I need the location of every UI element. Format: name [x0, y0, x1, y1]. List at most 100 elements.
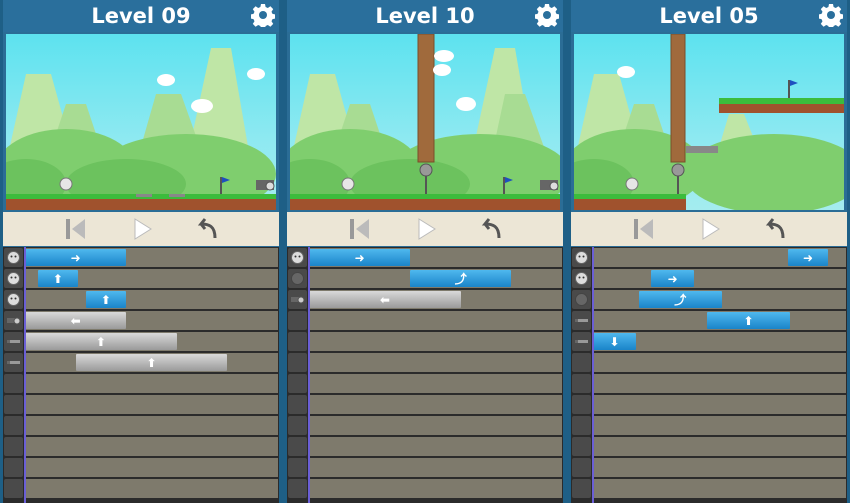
up-arrow-icon: ⬆ [146, 355, 157, 370]
track-icon-cell [4, 437, 23, 456]
play-icon[interactable] [697, 216, 723, 242]
track-icon-cell [288, 437, 307, 456]
action-bar-right[interactable]: ➜ [25, 249, 127, 266]
timeline-track[interactable] [593, 479, 846, 498]
track-icon-cell [572, 437, 591, 456]
track-icon-cell [572, 332, 591, 351]
timeline-track[interactable] [25, 479, 278, 498]
level-title: Level 10 [375, 4, 475, 28]
timeline-track[interactable]: ⬆ [25, 290, 278, 309]
up-arrow-icon: ⬆ [95, 334, 106, 349]
track-icon-cell [288, 269, 307, 288]
timeline-track[interactable] [309, 458, 562, 477]
timeline-track[interactable] [309, 395, 562, 414]
action-bar-jump[interactable]: ⤴ [410, 270, 512, 287]
timeline-track[interactable]: ⬆ [25, 269, 278, 288]
action-bar-jump[interactable]: ⤴ [638, 291, 723, 308]
action-bar-down[interactable]: ⬇ [593, 333, 636, 350]
gear-icon[interactable] [251, 3, 275, 27]
action-bar-right[interactable]: ➜ [309, 249, 411, 266]
track-icon-cell [288, 416, 307, 435]
platform-icon [575, 340, 588, 343]
timeline-track[interactable] [25, 416, 278, 435]
track-icon-cell [4, 269, 23, 288]
track-icon-cell [288, 374, 307, 393]
game-scene[interactable] [6, 34, 276, 210]
action-bar-left[interactable]: ⬅ [25, 312, 127, 329]
timeline-track[interactable] [593, 395, 846, 414]
timeline-track[interactable]: ⤴ [309, 269, 562, 288]
right-arrow-icon: ➜ [70, 250, 81, 265]
timeline: ➜ ⬆ ⬆ ⬅ ⬆ ⬆ [3, 247, 279, 503]
level-header: Level 05 [571, 0, 847, 32]
track-icon-cell [288, 395, 307, 414]
game-scene[interactable] [574, 34, 844, 210]
timeline-track[interactable]: ⤴ [593, 290, 846, 309]
track-icon-cell [288, 332, 307, 351]
timeline-track[interactable] [309, 479, 562, 498]
undo-icon[interactable] [763, 216, 789, 242]
rewind-icon[interactable] [63, 216, 89, 242]
gear-icon[interactable] [535, 3, 559, 27]
timeline-track[interactable] [593, 374, 846, 393]
game-scene[interactable] [290, 34, 560, 210]
timeline-track[interactable] [309, 437, 562, 456]
timeline-track[interactable]: ➜ [309, 248, 562, 267]
track-icon-cell [288, 458, 307, 477]
gear-icon[interactable] [819, 3, 843, 27]
timeline-track[interactable] [593, 458, 846, 477]
rewind-icon[interactable] [347, 216, 373, 242]
timeline-track[interactable]: ⬅ [309, 290, 562, 309]
action-bar-up[interactable]: ⬆ [75, 354, 228, 371]
track-icon-cell [4, 416, 23, 435]
timeline-track[interactable] [309, 374, 562, 393]
action-bar-right[interactable]: ➜ [651, 270, 695, 287]
play-icon[interactable] [413, 216, 439, 242]
timeline-cursor[interactable] [24, 247, 26, 503]
timeline-track[interactable]: ⬆ [593, 311, 846, 330]
robot-icon [291, 251, 304, 264]
cannon-icon [291, 296, 305, 304]
undo-icon[interactable] [479, 216, 505, 242]
timeline-track[interactable] [309, 416, 562, 435]
action-bar-up[interactable]: ⬆ [25, 333, 177, 350]
track-icon-cell [288, 290, 307, 309]
timeline-track[interactable]: ➜ [25, 248, 278, 267]
action-bar-left[interactable]: ⬅ [309, 291, 461, 308]
timeline-track[interactable] [593, 416, 846, 435]
right-arrow-icon: ➜ [803, 250, 814, 265]
timeline-track[interactable] [25, 458, 278, 477]
timeline-cursor[interactable] [308, 247, 310, 503]
action-bar-up[interactable]: ⬆ [706, 312, 791, 329]
timeline-track[interactable] [25, 395, 278, 414]
play-icon[interactable] [129, 216, 155, 242]
timeline-track[interactable] [25, 374, 278, 393]
timeline-track[interactable] [593, 353, 846, 372]
up-arrow-icon: ⬆ [743, 313, 754, 328]
track-icon-cell [4, 248, 23, 267]
undo-icon[interactable] [195, 216, 221, 242]
timeline-track[interactable]: ⬆ [25, 353, 278, 372]
timeline-track[interactable] [309, 353, 562, 372]
action-bar-up[interactable]: ⬆ [37, 270, 79, 287]
track-icon-cell [288, 248, 307, 267]
action-bar-right[interactable]: ➜ [787, 249, 829, 266]
robot-icon [7, 293, 20, 306]
playback-controls [287, 212, 563, 246]
timeline-track[interactable]: ⬇ [593, 332, 846, 351]
timeline-track[interactable]: ➜ [593, 248, 846, 267]
action-bar-up[interactable]: ⬆ [85, 291, 127, 308]
timeline-track[interactable] [25, 437, 278, 456]
timeline-track[interactable]: ⬅ [25, 311, 278, 330]
timeline-track[interactable] [309, 332, 562, 351]
track-icon-cell [572, 311, 591, 330]
timeline-track[interactable]: ➜ [593, 269, 846, 288]
rewind-icon[interactable] [631, 216, 657, 242]
track-icon-cell [4, 311, 23, 330]
track-icon-cell [4, 332, 23, 351]
timeline-track[interactable]: ⬆ [25, 332, 278, 351]
timeline-track[interactable] [593, 437, 846, 456]
timeline-cursor[interactable] [592, 247, 594, 503]
timeline-track[interactable] [309, 311, 562, 330]
scene-art [574, 34, 844, 210]
